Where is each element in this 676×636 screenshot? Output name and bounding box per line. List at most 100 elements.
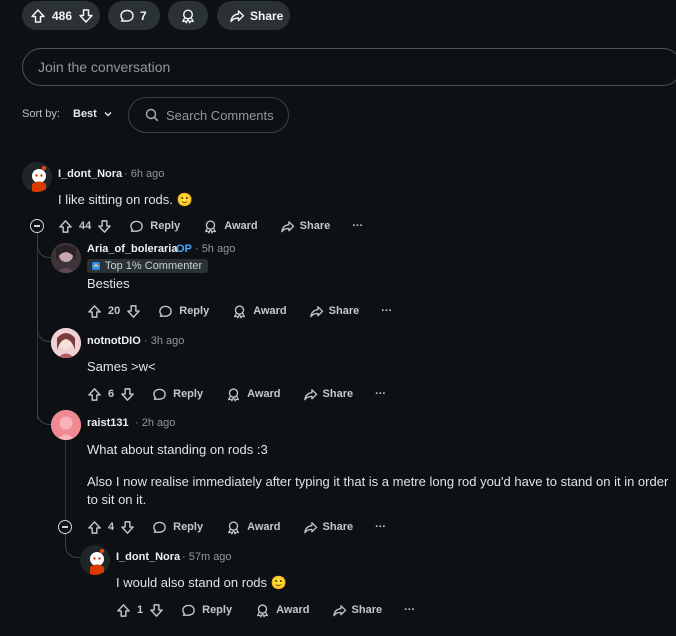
share-button[interactable]: Share: [217, 1, 290, 30]
comment-actions: 44 Reply Award Share ···: [58, 215, 363, 237]
reply-button[interactable]: Reply: [152, 387, 203, 402]
comment-body: Besties: [87, 276, 130, 291]
share-button[interactable]: Share: [280, 219, 331, 234]
avatar[interactable]: [51, 328, 81, 358]
sort-dropdown[interactable]: Best: [73, 108, 113, 120]
award-button[interactable]: Award: [232, 304, 287, 319]
award-icon: [226, 520, 241, 535]
chevron-down-icon: [103, 109, 113, 119]
comment-time: 5h ago: [201, 243, 236, 255]
vote-pill: 486: [22, 1, 100, 30]
collapse-thread-button[interactable]: [30, 219, 44, 233]
search-icon: [145, 108, 159, 122]
award-icon: [203, 219, 218, 234]
comments-button[interactable]: 7: [108, 1, 160, 30]
comment-actions: 4 Reply Award Share ···: [87, 516, 386, 538]
reply-button[interactable]: Reply: [152, 520, 203, 535]
share-icon: [280, 219, 295, 234]
upvote-icon[interactable]: [116, 603, 131, 618]
award-button[interactable]: Award: [255, 603, 310, 618]
more-options-button[interactable]: ···: [404, 604, 415, 616]
share-icon: [332, 603, 347, 618]
comment-timestamp: · 57m ago: [182, 551, 232, 563]
comment-icon: [119, 8, 135, 24]
avatar[interactable]: [51, 410, 81, 440]
search-comments-input[interactable]: Search Comments: [128, 97, 289, 133]
award-button[interactable]: Award: [203, 219, 258, 234]
comment-body: What about standing on rods :3: [87, 442, 268, 457]
more-options-button[interactable]: ···: [352, 220, 363, 232]
award-label: Award: [247, 521, 281, 533]
comment-time: 2h ago: [141, 417, 176, 429]
comment-actions: 1 Reply Award Share ···: [116, 599, 415, 621]
comment-username[interactable]: I_dont_Nora: [116, 551, 180, 563]
thread-line-level2[interactable]: [65, 440, 66, 520]
award-button[interactable]: [168, 1, 208, 30]
vote-count: 6: [108, 388, 115, 400]
reply-button[interactable]: Reply: [158, 304, 209, 319]
comment-username[interactable]: notnotDIO: [87, 335, 141, 347]
flair-icon: [91, 261, 101, 271]
reply-button[interactable]: Reply: [129, 219, 180, 234]
award-label: Award: [276, 604, 310, 616]
comment-icon: [152, 387, 167, 402]
sort-label: Sort by:: [22, 108, 60, 120]
downvote-icon[interactable]: [97, 219, 112, 234]
comment-body: Sames >w<: [87, 359, 156, 374]
join-conversation-placeholder: Join the conversation: [38, 59, 171, 75]
share-button[interactable]: Share: [332, 603, 382, 618]
comment-body-paragraph-2: Also I now realise immediately after typ…: [87, 474, 669, 507]
downvote-icon[interactable]: [126, 304, 141, 319]
reply-label: Reply: [202, 604, 233, 616]
comment-username[interactable]: I_dont_Nora: [58, 168, 122, 180]
comment-count: 7: [140, 8, 147, 23]
flair-label: Top 1% Commenter: [105, 260, 203, 272]
upvote-icon[interactable]: [30, 8, 46, 24]
share-label: Share: [328, 305, 360, 317]
reply-label: Reply: [173, 388, 204, 400]
more-options-button[interactable]: ···: [381, 305, 392, 317]
comment-body: I like sitting on rods. 🙂: [58, 192, 193, 207]
share-label: Share: [322, 388, 354, 400]
share-icon: [309, 304, 324, 319]
comment-timestamp: · 2h ago: [135, 417, 176, 429]
thread-elbow-notnotdio: [37, 318, 51, 342]
thread-elbow-nora-reply: [65, 534, 80, 558]
more-options-button[interactable]: ···: [375, 388, 386, 400]
share-button[interactable]: Share: [303, 387, 354, 402]
reply-button[interactable]: Reply: [181, 603, 232, 618]
award-button[interactable]: Award: [226, 520, 281, 535]
vote-count: 44: [79, 220, 92, 232]
vote-count: 486: [52, 8, 73, 23]
share-button[interactable]: Share: [303, 520, 353, 535]
vote-count: 1: [137, 604, 144, 616]
sort-value: Best: [73, 108, 97, 120]
comment-icon: [181, 603, 196, 618]
downvote-icon[interactable]: [120, 520, 135, 535]
comment-username[interactable]: Aria_of_boleraria: [87, 243, 177, 255]
upvote-icon[interactable]: [87, 387, 102, 402]
award-icon: [226, 387, 241, 402]
downvote-icon[interactable]: [120, 387, 135, 402]
avatar[interactable]: [22, 162, 52, 192]
avatar[interactable]: [51, 243, 81, 273]
upvote-icon[interactable]: [87, 304, 102, 319]
downvote-icon[interactable]: [78, 8, 94, 24]
comment-body: I would also stand on rods 🙂: [116, 575, 287, 590]
share-button[interactable]: Share: [309, 304, 360, 319]
award-button[interactable]: Award: [226, 387, 281, 402]
vote-count: 4: [108, 521, 115, 533]
share-label: Share: [299, 220, 331, 232]
award-label: Award: [247, 388, 281, 400]
more-options-button[interactable]: ···: [375, 521, 386, 533]
upvote-icon[interactable]: [58, 219, 73, 234]
award-label: Award: [224, 220, 258, 232]
comment-username[interactable]: raist131: [87, 417, 129, 429]
avatar[interactable]: [80, 545, 110, 575]
downvote-icon[interactable]: [149, 603, 164, 618]
collapse-thread-button[interactable]: [58, 520, 72, 534]
share-icon: [229, 8, 245, 24]
reply-label: Reply: [179, 305, 210, 317]
upvote-icon[interactable]: [87, 520, 102, 535]
join-conversation-input[interactable]: Join the conversation: [22, 48, 676, 86]
